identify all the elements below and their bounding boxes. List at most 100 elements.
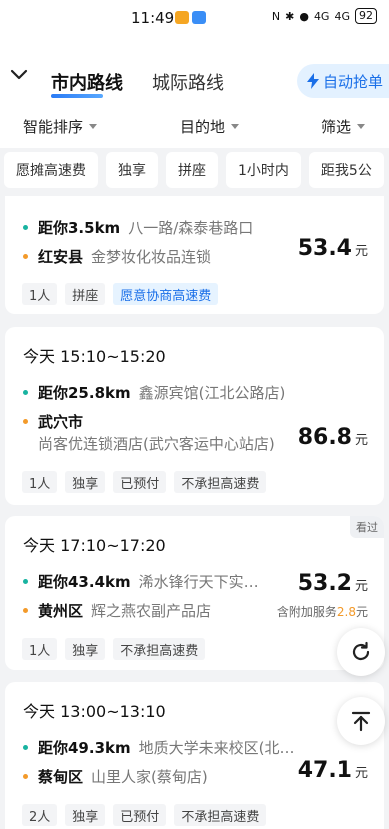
order-card[interactable]: 看过 今天 17:10~17:20 距你43.4km 浠水锋行天下实… 黄州区 …: [5, 516, 384, 670]
price-unit: 元: [354, 433, 368, 448]
pickup-dot: [23, 745, 28, 750]
tag: 已预付: [113, 804, 167, 826]
tag-list: 1人 独享 不承担高速费: [22, 638, 206, 660]
order-card[interactable]: 距你3.5km 八一路/森泰巷路口 红安县 金梦妆化妆品连锁 53.4 元 1人…: [5, 196, 384, 314]
price: 47.1 元: [298, 758, 368, 783]
chevron-down-icon[interactable]: [8, 64, 30, 86]
tag-list: 1人 独享 已预付 不承担高速费: [22, 471, 267, 493]
tag: 独享: [65, 638, 106, 660]
dest-line: 黄州区 辉之燕农副产品店: [23, 600, 211, 621]
order-card[interactable]: 今天 15:10~15:20 距你25.8km 鑫源宾馆(江北公路店) 武穴市 …: [5, 327, 384, 505]
chip-share-toll[interactable]: 愿摊高速费: [4, 152, 98, 188]
tab-city-route[interactable]: 市内路线: [51, 69, 123, 95]
pickup-line: 距你43.4km 浠水锋行天下实…: [23, 571, 259, 592]
filter-dropdown[interactable]: 筛选: [321, 116, 366, 137]
extra-service-value: 2.8: [336, 605, 356, 619]
status-bar: 11:49 N ✱ ● 4G 4G 92: [0, 0, 389, 36]
tag: 不承担高速费: [113, 638, 206, 660]
price-value: 53.4: [297, 236, 352, 261]
refresh-icon: [352, 641, 370, 661]
scroll-to-top-button[interactable]: [337, 697, 385, 745]
pickup-distance: 距你43.4km: [38, 573, 131, 591]
dest-dot: [23, 774, 28, 779]
extra-service-label: 含附加服务: [276, 605, 337, 619]
battery-icon: 92: [355, 8, 377, 24]
pickup-distance: 距你25.8km: [38, 384, 131, 402]
dest-place: 尚客优连锁酒店(武穴客运中心站店): [38, 435, 275, 453]
pickup-place: 浠水锋行天下实…: [138, 573, 259, 591]
extra-service: 含附加服务2.8元: [277, 603, 368, 620]
lightning-icon: [307, 73, 319, 89]
smart-sort-label: 智能排序: [23, 118, 84, 136]
extra-service-unit: 元: [355, 605, 368, 619]
pickup-line: 距你3.5km 八一路/森泰巷路口: [23, 217, 253, 238]
bluetooth-icon: ✱: [285, 9, 295, 23]
price-unit: 元: [354, 244, 368, 259]
status-time: 11:49: [131, 9, 175, 27]
filter-chip-row: 愿摊高速费 独享 拼座 1小时内 距我5公: [4, 152, 389, 188]
dest-dot: [23, 419, 28, 424]
tag: 1人: [22, 283, 58, 305]
tag: 不承担高速费: [174, 804, 267, 826]
pickup-distance: 距你3.5km: [38, 219, 121, 237]
dest-line: 红安县 金梦妆化妆品连锁: [23, 246, 211, 267]
nfc-icon: N: [271, 9, 281, 23]
auto-grab-label: 自动抢单: [323, 72, 384, 91]
pickup-place: 八一路/森泰巷路口: [128, 219, 254, 237]
smart-sort-dropdown[interactable]: 智能排序: [23, 116, 98, 137]
price: 53.2 元: [298, 571, 368, 596]
price-unit: 元: [354, 766, 368, 781]
tag: 独享: [65, 804, 106, 826]
location-icon: ●: [299, 9, 309, 23]
chip-distance[interactable]: 距我5公: [308, 152, 384, 188]
order-time: 今天 17:10~17:20: [23, 536, 166, 555]
dest-area: 武穴市: [38, 413, 84, 431]
price-value: 53.2: [297, 571, 352, 596]
app-notification-icon: [175, 11, 189, 24]
price-value: 47.1: [297, 758, 352, 783]
order-time: 今天 13:00~13:10: [23, 702, 166, 721]
tab-intercity-route[interactable]: 城际路线: [152, 69, 224, 95]
caret-down-icon: [357, 124, 366, 129]
pickup-line: 距你25.8km 鑫源宾馆(江北公路店): [23, 382, 285, 403]
chip-within-hour[interactable]: 1小时内: [226, 152, 301, 188]
dest-area: 黄州区: [38, 602, 84, 620]
price: 53.4 元: [298, 236, 368, 261]
pickup-dot: [23, 579, 28, 584]
pickup-dot: [23, 390, 28, 395]
destination-dropdown[interactable]: 目的地: [180, 116, 240, 137]
app-notification-icon-2: [192, 11, 206, 24]
status-icons: N ✱ ● 4G 4G 92: [272, 8, 377, 24]
refresh-button[interactable]: [337, 628, 385, 676]
caret-down-icon: [231, 124, 240, 129]
chip-carpool[interactable]: 拼座: [166, 152, 218, 188]
dest-area: 红安县: [38, 248, 84, 266]
tag: 独享: [65, 471, 106, 493]
caret-down-icon: [89, 124, 98, 129]
pickup-line: 距你49.3km 地质大学未来校区(北…: [23, 737, 294, 758]
order-card[interactable]: 今天 13:00~13:10 距你49.3km 地质大学未来校区(北… 蔡甸区 …: [5, 682, 384, 829]
dest-line: 蔡甸区 山里人家(蔡甸店): [23, 766, 208, 787]
seen-badge: 看过: [350, 516, 384, 538]
price-unit: 元: [354, 579, 368, 594]
signal-icon-2: 4G: [334, 9, 350, 23]
dest-place: 金梦妆化妆品连锁: [91, 248, 212, 266]
dest-line: 武穴市: [23, 411, 83, 432]
dest-area: 蔡甸区: [38, 768, 84, 786]
arrow-up-to-top-icon: [351, 711, 371, 732]
tag: 拼座: [65, 283, 106, 305]
pickup-distance: 距你49.3km: [38, 739, 131, 757]
destination-label: 目的地: [180, 118, 226, 136]
signal-icon: 4G: [313, 9, 330, 23]
tag-list: 2人 独享 已预付 不承担高速费: [22, 804, 267, 826]
tag: 2人: [22, 804, 58, 826]
tag: 已预付: [113, 471, 167, 493]
chip-exclusive[interactable]: 独享: [106, 152, 158, 188]
pickup-place: 地质大学未来校区(北…: [138, 739, 295, 757]
order-time: 今天 15:10~15:20: [23, 347, 166, 366]
auto-grab-button[interactable]: 自动抢单: [297, 64, 389, 98]
pickup-dot: [23, 225, 28, 230]
pickup-place: 鑫源宾馆(江北公路店): [138, 384, 286, 402]
tag: 1人: [22, 471, 58, 493]
tag: 不承担高速费: [174, 471, 267, 493]
